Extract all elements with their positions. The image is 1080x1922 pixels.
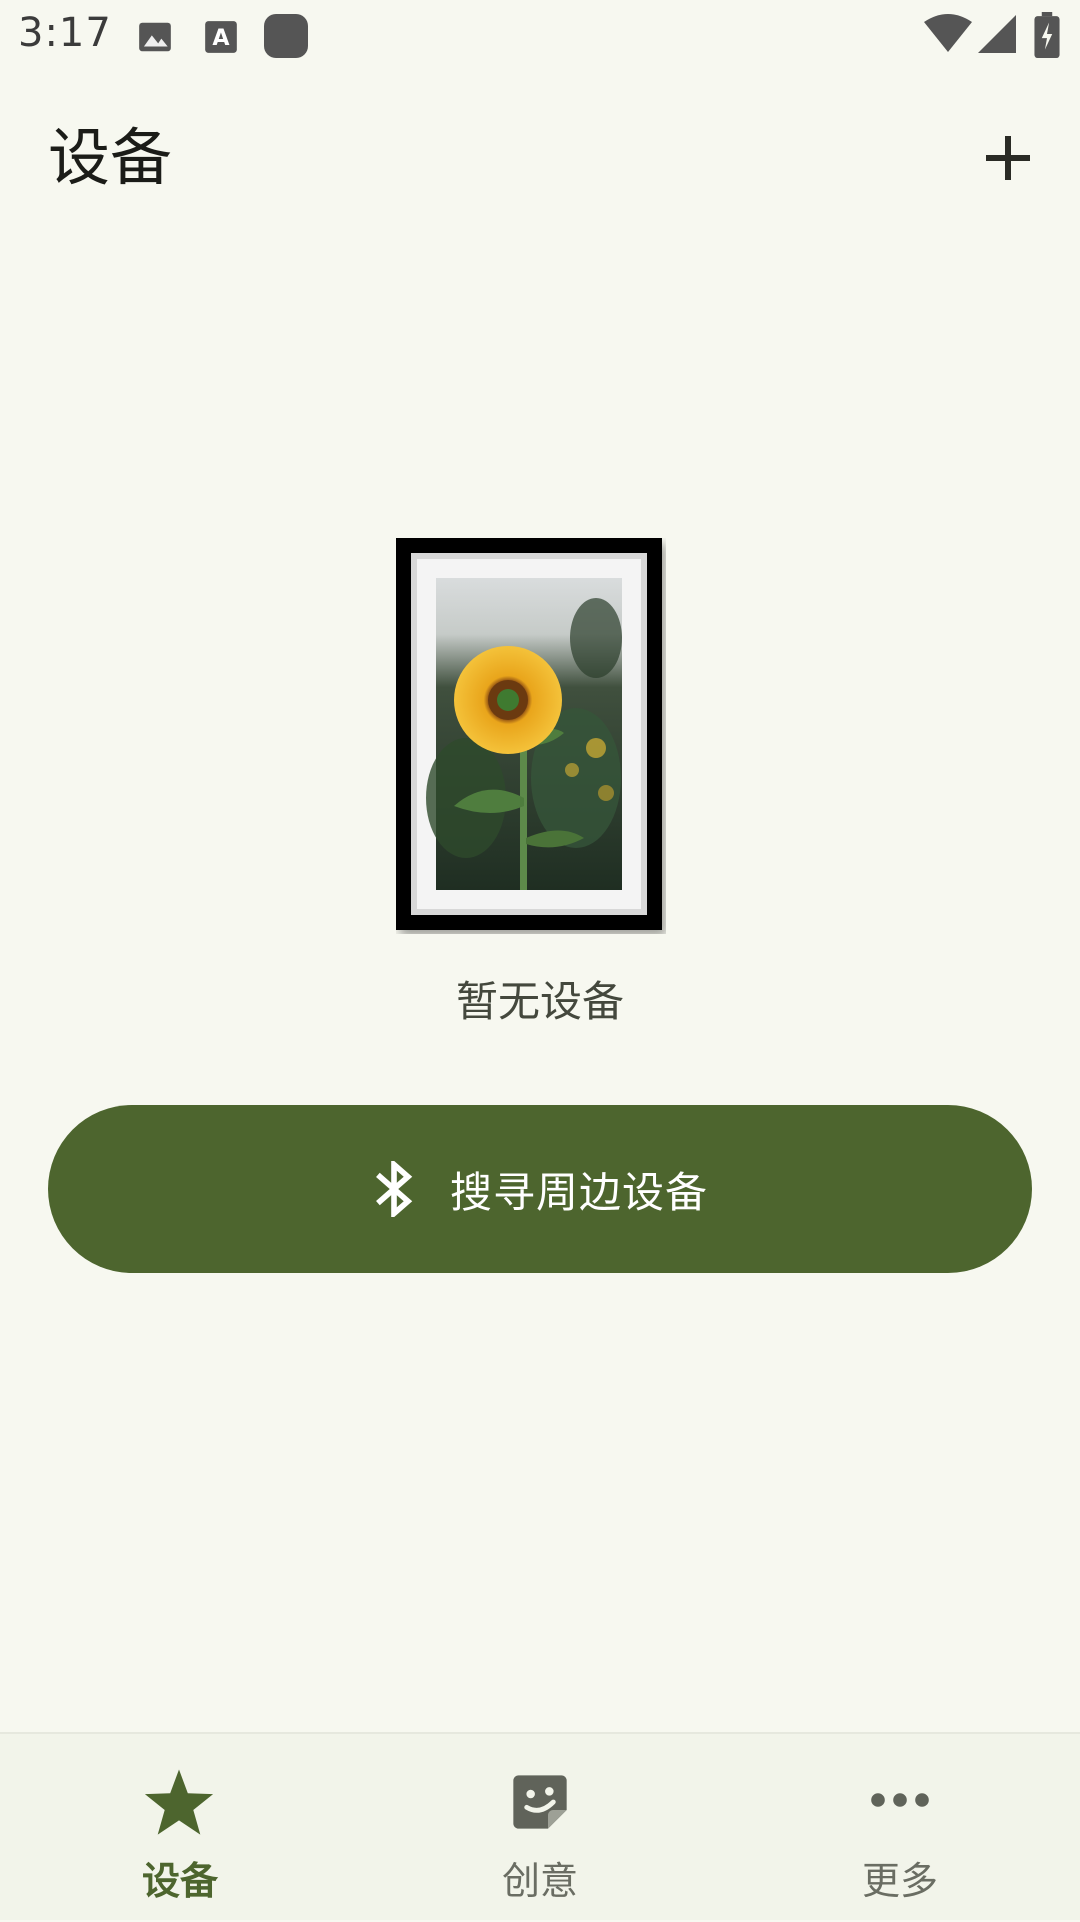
app-square-icon bbox=[264, 14, 308, 58]
svg-text:A: A bbox=[212, 25, 230, 51]
battery-charging-icon bbox=[1034, 12, 1060, 58]
nav-label-more: 更多 bbox=[861, 1859, 938, 1903]
wifi-icon bbox=[924, 14, 972, 52]
star-icon bbox=[144, 1769, 214, 1835]
image-icon bbox=[139, 22, 171, 52]
page-title: 设备 bbox=[48, 121, 173, 194]
scan-nearby-devices-button[interactable]: 搜寻周边设备 bbox=[48, 1105, 1032, 1273]
sticker-icon bbox=[513, 1775, 567, 1829]
scan-button-label: 搜寻周边设备 bbox=[449, 1167, 708, 1217]
framed-sunflower-illustration bbox=[396, 538, 662, 930]
signal-icon bbox=[978, 15, 1016, 53]
nav-label-devices: 设备 bbox=[141, 1859, 218, 1903]
nav-item-creative[interactable]: 创意 bbox=[360, 1734, 720, 1922]
nav-item-devices[interactable]: 设备 bbox=[0, 1734, 360, 1922]
nav-item-more[interactable]: 更多 bbox=[720, 1734, 1080, 1922]
text-a-icon: A bbox=[205, 21, 237, 53]
bluetooth-icon bbox=[376, 1161, 413, 1217]
empty-state-message: 暂无设备 bbox=[455, 977, 624, 1026]
nav-label-creative: 创意 bbox=[501, 1859, 578, 1903]
bottom-navigation: 设备 创意 更多 bbox=[0, 1732, 1080, 1920]
add-device-button[interactable] bbox=[960, 118, 1056, 198]
status-bar: 3:17 A bbox=[0, 0, 1080, 72]
plus-icon bbox=[986, 136, 1030, 180]
more-dots-icon bbox=[871, 1793, 929, 1807]
status-time: 3:17 bbox=[18, 10, 112, 56]
